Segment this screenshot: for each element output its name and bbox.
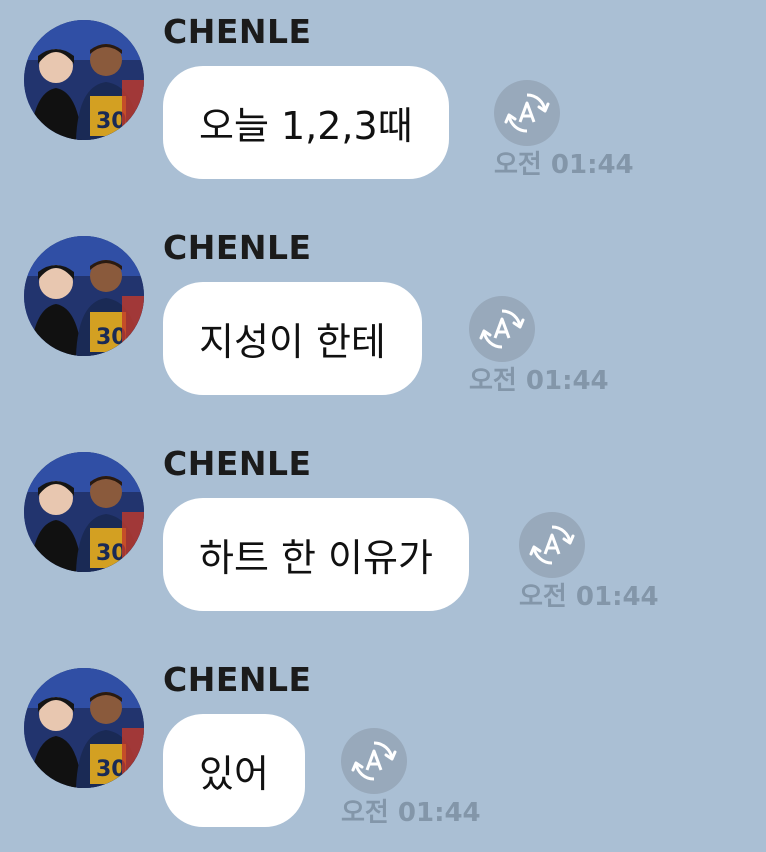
message-timestamp: 오전 01:44 [341, 798, 481, 828]
auto-translate-button[interactable] [469, 296, 535, 362]
chat-message: 30 CHENLE 있어 오전 01:44 [0, 648, 766, 848]
message-meta: 오전 01:44 [519, 512, 679, 612]
sender-name: CHENLE [163, 228, 312, 267]
message-bubble[interactable]: 오늘 1,2,3때 [163, 66, 449, 179]
profile-photo: 30 [24, 236, 144, 356]
sender-avatar[interactable]: 30 [24, 236, 144, 356]
message-bubble[interactable]: 있어 [163, 714, 305, 827]
sender-avatar[interactable]: 30 [24, 668, 144, 788]
auto-translate-icon [351, 741, 397, 781]
sender-avatar[interactable]: 30 [24, 20, 144, 140]
profile-photo: 30 [24, 668, 144, 788]
sender-name: CHENLE [163, 660, 312, 699]
profile-photo: 30 [24, 452, 144, 572]
auto-translate-button[interactable] [519, 512, 585, 578]
auto-translate-icon [504, 93, 550, 133]
chat-message: 30 CHENLE 하트 한 이유가 오전 01:44 [0, 432, 766, 632]
sender-name: CHENLE [163, 444, 312, 483]
message-meta: 오전 01:44 [469, 296, 629, 396]
auto-translate-icon [529, 525, 575, 565]
sender-avatar[interactable]: 30 [24, 452, 144, 572]
chat-thread: 30 CHENLE 오늘 1,2,3때 오전 01:44 30 CHENLE 지… [0, 0, 766, 852]
message-meta: 오전 01:44 [341, 728, 501, 828]
message-meta: 오전 01:44 [494, 80, 654, 180]
message-timestamp: 오전 01:44 [469, 366, 609, 396]
auto-translate-button[interactable] [494, 80, 560, 146]
message-timestamp: 오전 01:44 [494, 150, 634, 180]
profile-photo: 30 [24, 20, 144, 140]
chat-message: 30 CHENLE 오늘 1,2,3때 오전 01:44 [0, 0, 766, 200]
chat-message: 30 CHENLE 지성이 한테 오전 01:44 [0, 216, 766, 416]
auto-translate-button[interactable] [341, 728, 407, 794]
message-bubble[interactable]: 하트 한 이유가 [163, 498, 469, 611]
message-timestamp: 오전 01:44 [519, 582, 659, 612]
message-bubble[interactable]: 지성이 한테 [163, 282, 422, 395]
auto-translate-icon [479, 309, 525, 349]
sender-name: CHENLE [163, 12, 312, 51]
